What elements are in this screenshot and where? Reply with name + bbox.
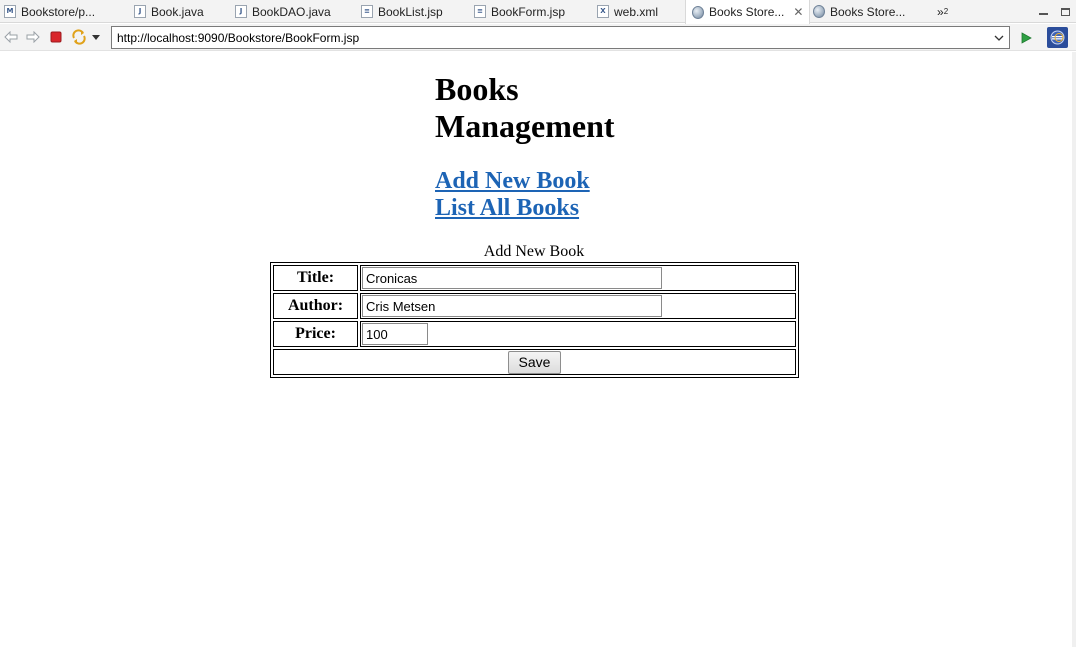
tab-books-store-active[interactable]: Books Store... ✕ — [685, 0, 811, 24]
forward-arrow-icon — [26, 31, 40, 43]
tab-web-xml[interactable]: X web.xml — [597, 0, 658, 23]
minimize-button[interactable] — [1032, 2, 1054, 22]
maven-pom-icon: M — [4, 5, 16, 18]
tab-label: Book.java — [151, 4, 204, 19]
table-row: Save — [273, 349, 796, 375]
table-row: Author: — [273, 293, 796, 319]
table-row: Price: — [273, 321, 796, 347]
title-label: Title: — [273, 265, 358, 291]
refresh-button[interactable] — [71, 29, 87, 45]
tab-label: Books Store... — [830, 4, 906, 19]
java-file-icon: J — [134, 5, 146, 18]
chevron-double-right-icon: » — [937, 4, 944, 19]
editor-tab-bar: M Bookstore/p... J Book.java J BookDAO.j… — [0, 0, 1076, 24]
web-browser-icon — [813, 5, 825, 18]
tab-bookdao-java[interactable]: J BookDAO.java — [235, 0, 331, 23]
go-button[interactable] — [1018, 30, 1034, 46]
back-button[interactable] — [3, 29, 19, 45]
tab-bookform-jsp[interactable]: ≡ BookForm.jsp — [474, 0, 565, 23]
tab-label: BookForm.jsp — [491, 4, 566, 19]
overflow-count: 2 — [943, 7, 949, 16]
title-input[interactable] — [362, 267, 662, 289]
back-arrow-icon — [4, 31, 18, 43]
price-input[interactable] — [362, 323, 428, 345]
jsp-file-icon: ≡ — [361, 5, 373, 18]
add-new-book-link[interactable]: Add New Book — [435, 168, 655, 195]
eclipse-icon — [1050, 30, 1065, 45]
page-title-line-1: Books — [435, 71, 519, 107]
tab-booklist-jsp[interactable]: ≡ BookList.jsp — [361, 0, 443, 23]
tab-label: Books Store... — [709, 5, 785, 19]
url-history-dropdown[interactable] — [993, 32, 1005, 44]
nav-links: Add New Book List All Books — [435, 168, 655, 222]
title-cell — [360, 265, 796, 291]
tab-book-java[interactable]: J Book.java — [134, 0, 204, 23]
maximize-button[interactable] — [1054, 2, 1076, 22]
tab-label: BookList.jsp — [378, 4, 443, 19]
page-title: Books Management — [435, 71, 635, 145]
browser-viewport: Books Management Add New Book List All Bo… — [0, 52, 1072, 647]
chevron-down-icon — [994, 35, 1004, 41]
author-cell — [360, 293, 796, 319]
list-all-books-link[interactable]: List All Books — [435, 195, 655, 222]
url-input[interactable] — [111, 26, 1010, 49]
maximize-icon — [1060, 7, 1070, 16]
vertical-scrollbar[interactable] — [1072, 52, 1076, 647]
window-controls — [1032, 0, 1076, 23]
author-input[interactable] — [362, 295, 662, 317]
xml-file-icon: X — [597, 5, 609, 18]
stop-icon — [50, 31, 62, 43]
tab-label: web.xml — [614, 4, 659, 19]
tab-overflow-button[interactable]: » 2 — [937, 0, 948, 23]
tab-pom[interactable]: M Bookstore/p... — [4, 0, 95, 23]
browser-toolbar — [0, 24, 1076, 51]
save-cell: Save — [273, 349, 796, 375]
jsp-file-icon: ≡ — [474, 5, 486, 18]
refresh-dropdown[interactable] — [91, 29, 101, 45]
refresh-icon — [72, 29, 86, 45]
author-label: Author: — [273, 293, 358, 319]
close-icon[interactable]: ✕ — [793, 5, 803, 19]
forward-button[interactable] — [25, 29, 41, 45]
chevron-down-icon — [92, 34, 100, 40]
form-caption: Add New Book — [483, 243, 585, 260]
tab-label: BookDAO.java — [252, 4, 331, 19]
eclipse-web-browser-button[interactable] — [1047, 27, 1068, 48]
tab-books-store[interactable]: Books Store... — [813, 0, 905, 23]
minimize-icon — [1038, 12, 1048, 15]
stop-button[interactable] — [48, 29, 64, 45]
table-row: Title: — [273, 265, 796, 291]
web-browser-icon — [692, 5, 704, 19]
tab-label: Bookstore/p... — [21, 4, 96, 19]
play-icon — [1021, 32, 1032, 44]
save-button[interactable]: Save — [508, 350, 561, 374]
page-title-line-2: Management — [435, 108, 615, 144]
book-form-table: Title: Author: Price: Save — [270, 262, 799, 378]
price-cell — [360, 321, 796, 347]
java-file-icon: J — [235, 5, 247, 18]
price-label: Price: — [273, 321, 358, 347]
